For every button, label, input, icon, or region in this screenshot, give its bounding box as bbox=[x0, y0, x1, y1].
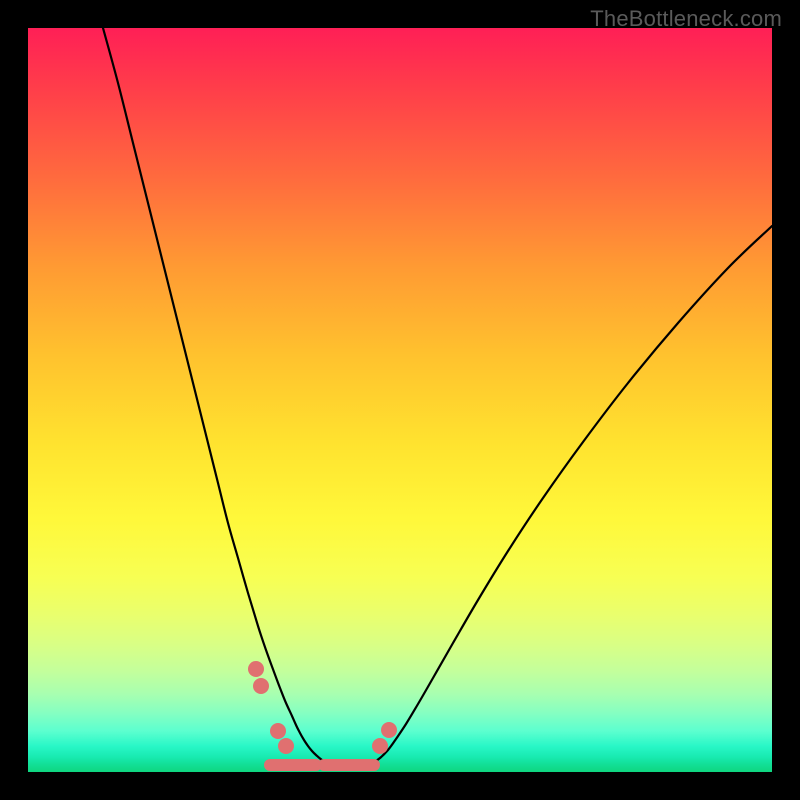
marker-dot bbox=[381, 722, 397, 738]
chart-frame: TheBottleneck.com bbox=[0, 0, 800, 800]
right-curve bbox=[373, 226, 772, 763]
curve-svg bbox=[28, 28, 772, 772]
marker-dot bbox=[278, 738, 294, 754]
left-curve bbox=[103, 28, 328, 763]
watermark-text: TheBottleneck.com bbox=[590, 6, 782, 32]
plot-area bbox=[28, 28, 772, 772]
marker-group bbox=[248, 661, 397, 754]
marker-dot bbox=[248, 661, 264, 677]
marker-dot bbox=[270, 723, 286, 739]
marker-dot bbox=[372, 738, 388, 754]
marker-dot bbox=[253, 678, 269, 694]
